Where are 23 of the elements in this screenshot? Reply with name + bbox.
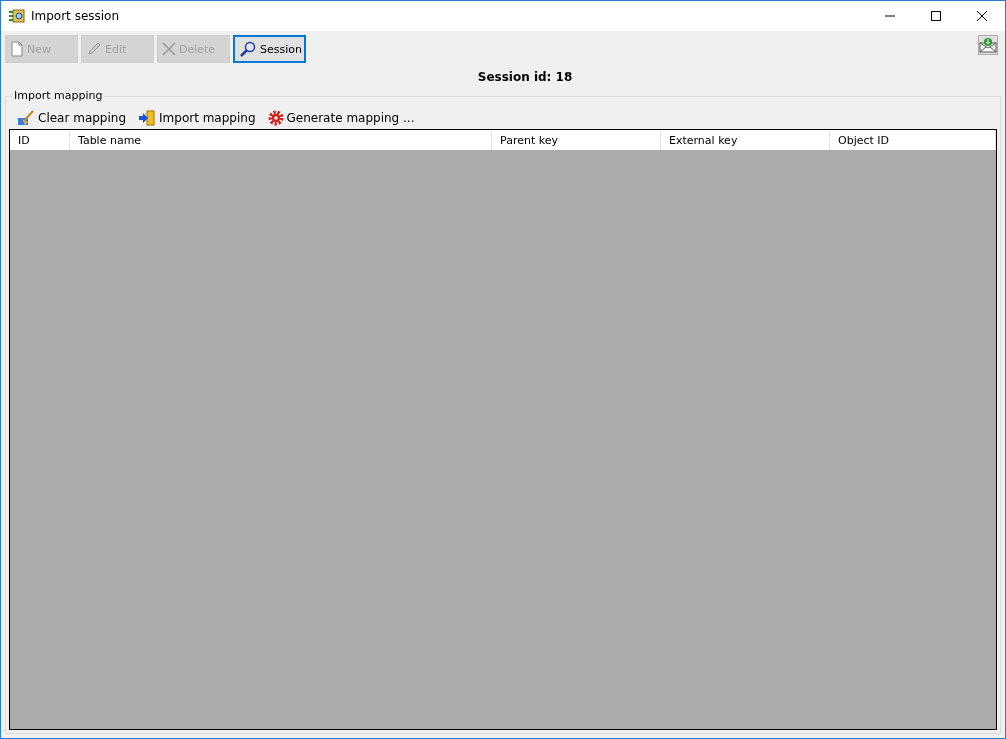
cross-icon bbox=[162, 42, 176, 56]
app-icon bbox=[9, 8, 25, 24]
gear-icon bbox=[267, 110, 284, 126]
maximize-icon bbox=[931, 11, 941, 21]
action-button[interactable]: Generate mapping ... bbox=[267, 110, 415, 126]
action-button[interactable]: Import mapping bbox=[138, 110, 256, 126]
column-header[interactable]: Table name bbox=[70, 130, 492, 150]
column-header[interactable]: Parent key bbox=[492, 130, 661, 150]
column-header[interactable]: ID bbox=[10, 130, 70, 150]
pencil-icon bbox=[86, 41, 102, 57]
envelope-download-icon[interactable] bbox=[978, 35, 998, 55]
toolbar-button[interactable]: Session bbox=[233, 35, 306, 63]
column-header[interactable]: External key bbox=[661, 130, 830, 150]
group-title: Import mapping bbox=[12, 89, 105, 102]
broom-icon bbox=[17, 110, 35, 126]
session-id-label: Session id: 18 bbox=[477, 70, 573, 86]
close-icon bbox=[977, 11, 987, 21]
column-header[interactable]: Object ID bbox=[830, 130, 996, 150]
page-icon bbox=[10, 41, 24, 57]
window-title: Import session bbox=[31, 9, 121, 23]
action-button[interactable]: Clear mapping bbox=[17, 110, 127, 126]
arrow-into-door-icon bbox=[138, 110, 157, 126]
magnifier-icon bbox=[239, 41, 257, 57]
